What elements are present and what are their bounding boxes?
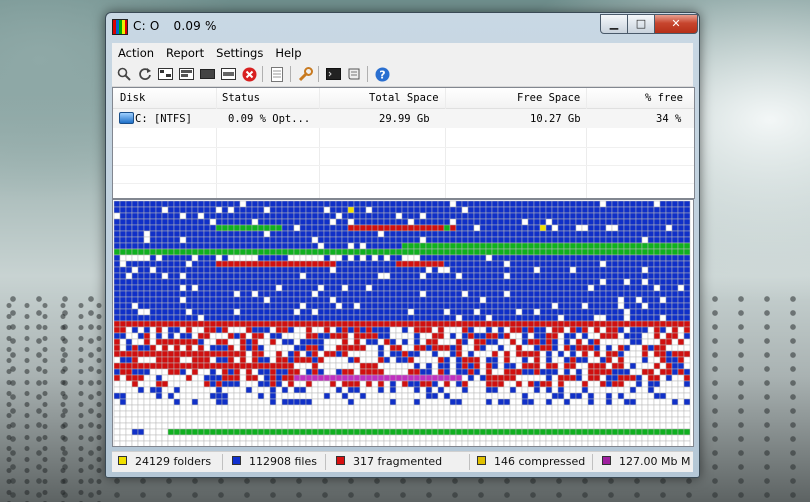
menu-action[interactable]: Action — [112, 43, 160, 60]
legend-files: 112908 files — [232, 455, 317, 468]
disk-row[interactable]: C: [NTFS] 0.09 % Opt... 29.99 Gb 10.27 G… — [113, 109, 694, 128]
folders-swatch — [118, 456, 127, 465]
column-free-space[interactable]: Free Space — [517, 92, 580, 104]
script-icon[interactable] — [346, 66, 362, 82]
maximize-icon: □ — [635, 17, 647, 30]
toolbar-separator — [367, 66, 368, 82]
column-disk[interactable]: Disk — [120, 92, 145, 104]
window-title: C: O 0.09 % — [133, 19, 231, 33]
files-swatch — [232, 456, 241, 465]
disk-list[interactable]: Disk Status Total Space Free Space % fre… — [112, 87, 695, 199]
help-icon[interactable]: ? — [374, 66, 390, 82]
files-label: 112908 files — [249, 455, 317, 468]
menu-help[interactable]: Help — [269, 43, 307, 60]
minimize-button[interactable]: ▁ — [600, 14, 628, 34]
drive-icon — [119, 112, 134, 124]
optimize-icon[interactable] — [220, 66, 236, 82]
settings-icon[interactable] — [297, 66, 313, 82]
title-bar[interactable]: C: O 0.09 % ▁ □ ✕ — [106, 13, 699, 43]
app-window: C: O 0.09 % ▁ □ ✕ Action Report Settings Hel… — [105, 12, 700, 478]
menu-report[interactable]: Report — [160, 43, 210, 60]
disk-total-space: 29.99 Gb — [379, 113, 430, 125]
mft-label: 127.00 Mb M — [619, 455, 691, 468]
compressed-label: 146 compressed — [494, 455, 586, 468]
column-percent-free[interactable]: % free — [645, 92, 683, 104]
fragmented-swatch — [336, 456, 345, 465]
stop-icon[interactable] — [241, 66, 257, 82]
folders-label: 24129 folders — [135, 455, 212, 468]
cluster-map-canvas — [113, 200, 691, 446]
column-total-space[interactable]: Total Space — [369, 92, 439, 104]
app-logo-icon — [112, 19, 128, 35]
toolbar-separator — [290, 66, 291, 82]
maximize-button[interactable]: □ — [627, 14, 655, 34]
compressed-swatch — [477, 456, 486, 465]
mft-swatch — [602, 456, 611, 465]
boot-icon[interactable] — [325, 66, 341, 82]
legend-fragmented: 317 fragmented — [336, 455, 442, 468]
status-bar: 24129 folders 112908 files 317 fragmente… — [112, 451, 693, 472]
compact-icon[interactable] — [199, 66, 215, 82]
defrag-icon[interactable] — [178, 66, 194, 82]
disk-list-header: Disk Status Total Space Free Space % fre… — [113, 88, 694, 109]
refresh-icon[interactable] — [137, 66, 153, 82]
title-percent: 0.09 % — [173, 19, 217, 33]
toolbar-separator — [262, 66, 263, 82]
disk-free-space: 10.27 Gb — [530, 113, 581, 125]
close-button[interactable]: ✕ — [654, 14, 698, 34]
menu-bar: Action Report Settings Help — [112, 43, 693, 63]
toolbar: ? — [112, 62, 693, 87]
svg-text:?: ? — [379, 68, 385, 81]
legend-folders: 24129 folders — [118, 455, 211, 468]
fragmented-label: 317 fragmented — [353, 455, 443, 468]
close-icon: ✕ — [671, 17, 681, 30]
title-drive: C: O — [133, 19, 160, 33]
disk-status: 0.09 % Opt... — [228, 113, 311, 125]
zoom-icon[interactable] — [116, 66, 132, 82]
background-dots-left — [0, 300, 110, 502]
toolbar-separator — [318, 66, 319, 82]
column-status[interactable]: Status — [222, 92, 260, 104]
legend-mft: 127.00 Mb M — [602, 455, 690, 468]
minimize-icon: ▁ — [609, 17, 619, 30]
cluster-map[interactable] — [112, 199, 694, 447]
legend-compressed: 146 compressed — [477, 455, 585, 468]
analyze-icon[interactable] — [157, 66, 173, 82]
menu-settings[interactable]: Settings — [210, 43, 269, 60]
disk-percent-free: 34 % — [656, 113, 682, 125]
report-icon[interactable] — [269, 66, 285, 82]
disk-name: C: [NTFS] — [135, 113, 192, 125]
